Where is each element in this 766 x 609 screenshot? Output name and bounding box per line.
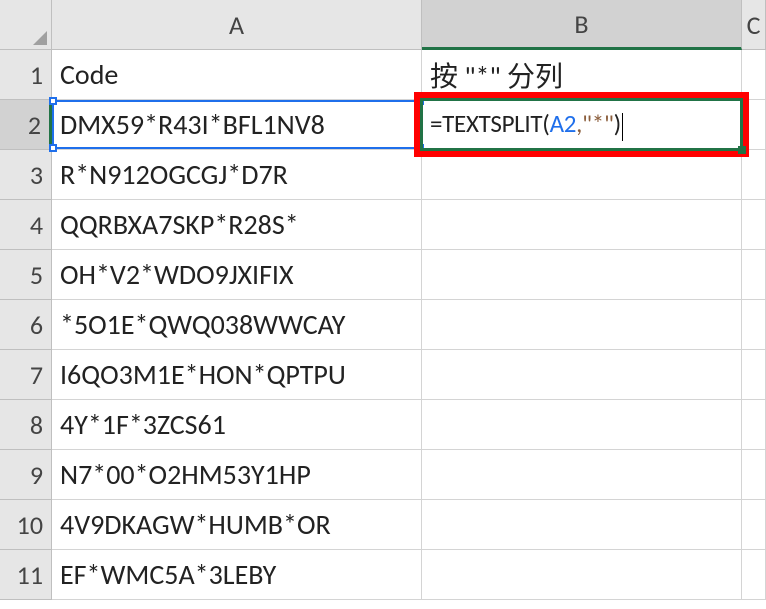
cell-c10[interactable] xyxy=(742,500,766,550)
cell-a4[interactable]: QQRBXA7SKP*R28S* xyxy=(52,200,422,250)
cell-b7[interactable] xyxy=(422,350,742,400)
row-header-10[interactable]: 10 xyxy=(0,500,52,550)
row-header-7[interactable]: 7 xyxy=(0,350,52,400)
cell-a3[interactable]: R*N912OGCGJ*D7R xyxy=(52,150,422,200)
cell-c4[interactable] xyxy=(742,200,766,250)
cell-b6[interactable] xyxy=(422,300,742,350)
cell-a6[interactable]: *5O1E*QWQ038WWCAY xyxy=(52,300,422,350)
cell-c7[interactable] xyxy=(742,350,766,400)
cell-b2[interactable]: =TEXTSPLIT(A2,"*") xyxy=(422,100,742,150)
fill-handle[interactable] xyxy=(738,146,746,154)
cell-a5[interactable]: OH*V2*WDO9JXIFIX xyxy=(52,250,422,300)
col-header-b[interactable]: B xyxy=(422,0,742,50)
cell-a9[interactable]: N7*00*O2HM53Y1HP xyxy=(52,450,422,500)
row-header-11[interactable]: 11 xyxy=(0,550,52,600)
row-header-4[interactable]: 4 xyxy=(0,200,52,250)
cell-a1[interactable]: Code xyxy=(52,50,422,100)
text-cursor xyxy=(622,113,623,141)
row-header-9[interactable]: 9 xyxy=(0,450,52,500)
cell-a2[interactable]: DMX59*R43I*BFL1NV8 xyxy=(52,100,422,150)
cell-c9[interactable] xyxy=(742,450,766,500)
cell-b4[interactable] xyxy=(422,200,742,250)
select-all-corner[interactable] xyxy=(0,0,52,50)
cell-a8[interactable]: 4Y*1F*3ZCS61 xyxy=(52,400,422,450)
row-header-2[interactable]: 2 xyxy=(0,100,52,150)
cell-b11[interactable] xyxy=(422,550,742,600)
row-header-3[interactable]: 3 xyxy=(0,150,52,200)
cell-c11[interactable] xyxy=(742,550,766,600)
cell-a2-value: DMX59*R43I*BFL1NV8 xyxy=(60,107,325,142)
cell-b9[interactable] xyxy=(422,450,742,500)
cell-c3[interactable] xyxy=(742,150,766,200)
row-header-1[interactable]: 1 xyxy=(0,50,52,100)
row-header-8[interactable]: 8 xyxy=(0,400,52,450)
col-header-c[interactable]: C xyxy=(742,0,766,50)
ref-handle-tl[interactable] xyxy=(49,97,57,105)
cell-b8[interactable] xyxy=(422,400,742,450)
cell-c5[interactable] xyxy=(742,250,766,300)
row-header-6[interactable]: 6 xyxy=(0,300,52,350)
cell-c6[interactable] xyxy=(742,300,766,350)
row-header-5[interactable]: 5 xyxy=(0,250,52,300)
cell-c8[interactable] xyxy=(742,400,766,450)
cell-a11[interactable]: EF*WMC5A*3LEBY xyxy=(52,550,422,600)
col-header-a[interactable]: A xyxy=(52,0,422,50)
cell-a7[interactable]: I6QO3M1E*HON*QPTPU xyxy=(52,350,422,400)
cell-b10[interactable] xyxy=(422,500,742,550)
cell-a10[interactable]: 4V9DKAGW*HUMB*OR xyxy=(52,500,422,550)
cell-b3[interactable] xyxy=(422,150,742,200)
cell-b1[interactable]: 按 "*" 分列 xyxy=(422,50,742,100)
cell-b5[interactable] xyxy=(422,250,742,300)
cell-c2[interactable] xyxy=(742,100,766,150)
formula-text: =TEXTSPLIT(A2,"*") xyxy=(430,108,623,140)
cell-c1[interactable] xyxy=(742,50,766,100)
spreadsheet-grid[interactable]: A B C 1 Code 按 "*" 分列 2 DMX59*R43I*BFL1N… xyxy=(0,0,766,600)
